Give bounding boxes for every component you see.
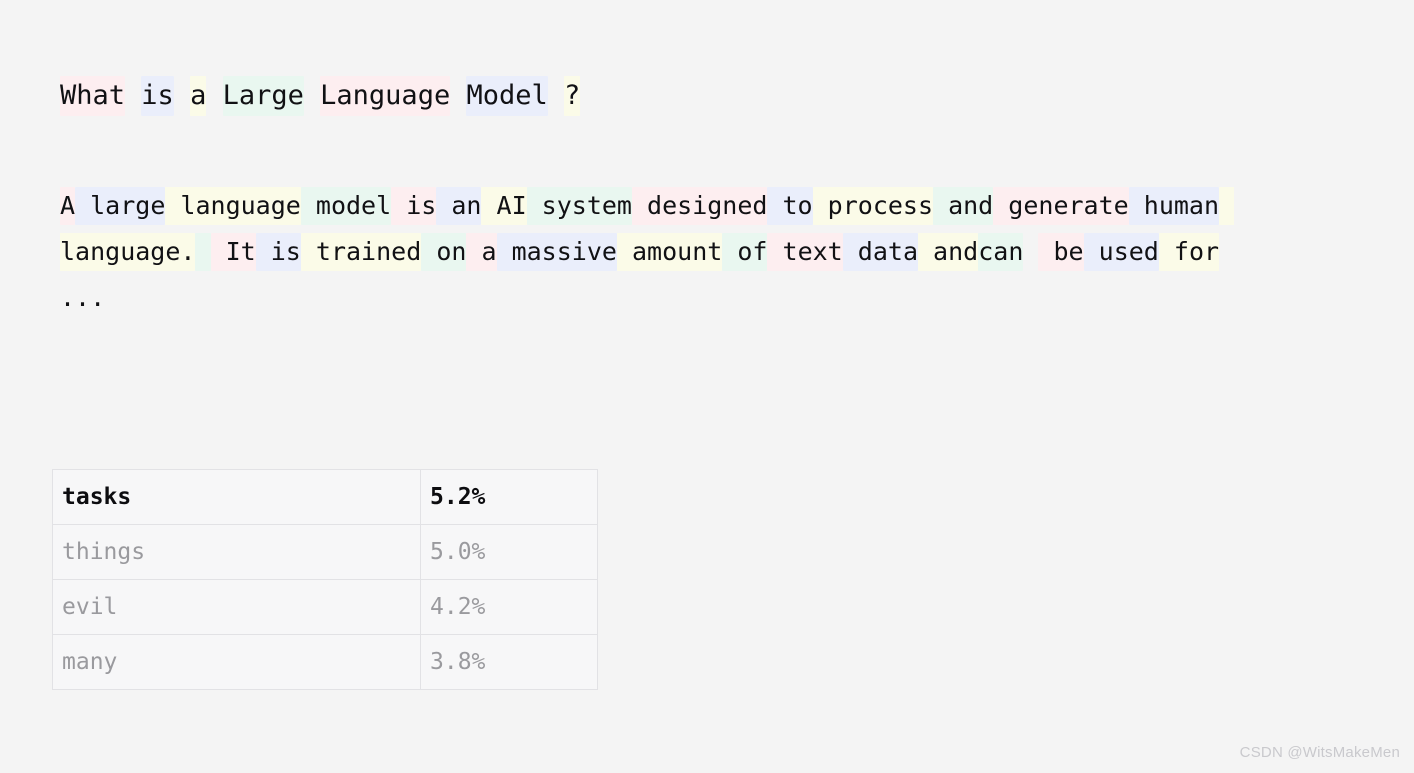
prompt-token: [304, 76, 320, 116]
token-candidate-label: many: [52, 634, 421, 690]
prompt-token: Large: [222, 76, 304, 116]
answer-token: [1023, 233, 1038, 271]
prompt-token: Language: [320, 76, 451, 116]
token-table-body: tasks 5.2% things 5.0% evil 4.2% many 3.8%: [52, 469, 598, 690]
prompt-token: Model: [466, 76, 548, 116]
answer-token: It: [210, 233, 256, 271]
answer-token: a: [466, 233, 497, 271]
answer-token: designed: [631, 187, 768, 225]
prompt-token: [206, 76, 222, 116]
answer-token: model: [300, 187, 392, 225]
table-row[interactable]: many 3.8%: [52, 634, 598, 690]
answer-token: process: [812, 187, 934, 225]
answer-token: for: [1158, 233, 1220, 271]
token-probability-value: 5.0%: [420, 524, 598, 580]
answer-token: [195, 233, 211, 271]
prompt-token: [450, 76, 466, 116]
prompt-token: [125, 76, 141, 116]
answer-token: to: [767, 187, 813, 225]
answer-token: A: [60, 187, 76, 225]
answer-token: AI: [481, 187, 527, 225]
answer-token: an: [436, 187, 482, 225]
prompt-token: [174, 76, 190, 116]
answer-token: can: [978, 233, 1024, 271]
token-probability-value: 4.2%: [420, 579, 598, 635]
answer-token: of: [722, 233, 768, 271]
answer-token: is: [391, 187, 437, 225]
answer-token: language: [165, 187, 301, 225]
answer-token: on: [421, 233, 467, 271]
answer-token: system: [526, 187, 632, 225]
token-probability-table: tasks 5.2% things 5.0% evil 4.2% many 3.8%: [52, 469, 598, 690]
generated-answer-text: A large language model is an AI system d…: [60, 183, 1240, 321]
answer-token: be: [1038, 233, 1084, 271]
answer-token: human: [1128, 187, 1220, 225]
prompt-token: a: [190, 76, 207, 116]
answer-token: used: [1083, 233, 1159, 271]
token-candidate-label: tasks: [52, 469, 421, 525]
prompt-token: What: [60, 76, 126, 116]
table-row[interactable]: tasks 5.2%: [52, 469, 598, 525]
answer-token: massive: [496, 233, 617, 271]
table-row[interactable]: evil 4.2%: [52, 579, 598, 635]
answer-token: amount: [616, 233, 723, 271]
answer-token: is: [255, 233, 301, 271]
prompt-token: is: [141, 76, 174, 116]
prompt-token: ?: [564, 76, 581, 116]
answer-token: text: [767, 233, 843, 271]
token-probability-value: 5.2%: [420, 469, 598, 525]
watermark: CSDN @WitsMakeMen: [1239, 744, 1400, 761]
prompt-line: What is a Large Language Model ?: [60, 76, 581, 116]
answer-token: generate: [993, 187, 1129, 225]
answer-token: trained: [300, 233, 422, 271]
token-candidate-label: things: [52, 524, 421, 580]
token-probability-value: 3.8%: [420, 634, 598, 690]
answer-token: large: [75, 187, 166, 225]
prompt-token: [548, 76, 564, 116]
answer-token: and: [933, 187, 994, 225]
table-row[interactable]: things 5.0%: [52, 524, 598, 580]
answer-token: and: [918, 233, 979, 271]
token-candidate-label: evil: [52, 579, 421, 635]
answer-token: data: [842, 233, 918, 271]
